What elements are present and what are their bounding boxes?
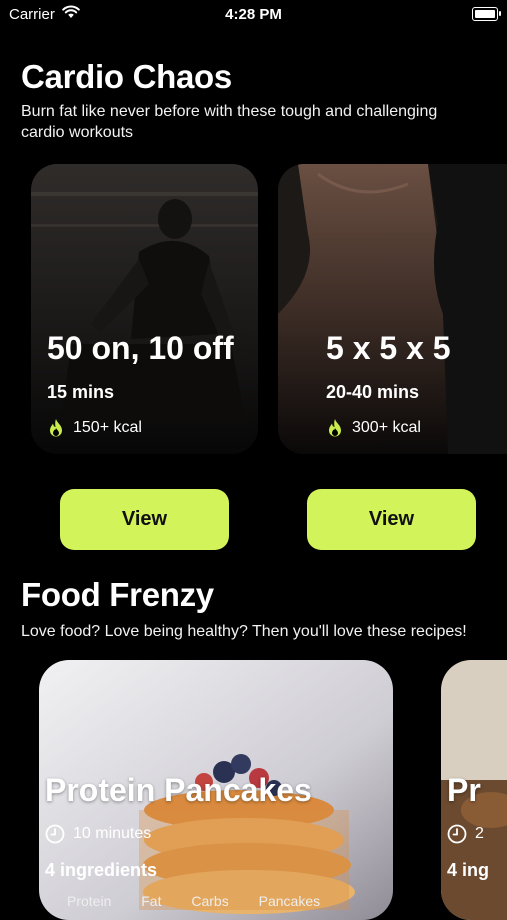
section-title-food: Food Frenzy: [21, 576, 214, 613]
section-description-food: Love food? Love being healthy? Then you'…: [21, 623, 467, 640]
macro-label: Protein: [67, 893, 112, 909]
recipe-time-label: 10 minutes: [73, 825, 152, 842]
workout-photo: [278, 164, 507, 454]
workout-title: 50 on, 10 off: [47, 330, 234, 366]
recipe-title: Pr: [447, 772, 481, 808]
workout-duration: 20-40 mins: [326, 382, 420, 402]
recipe-macros: Protein Fat Carbs Pancakes: [67, 893, 346, 909]
recipe-card[interactable]: Protein Pancakes 10 minutes 4 ingredient…: [39, 660, 393, 920]
clock: 4:28 PM: [225, 6, 282, 23]
clock-icon: [447, 824, 467, 844]
battery-icon: [472, 7, 501, 21]
macro-label: Carbs: [191, 893, 229, 909]
kcal-label: 150+ kcal: [73, 419, 142, 436]
workout-title: 5 x 5 x 5: [326, 330, 451, 366]
recipe-time: 2: [447, 824, 484, 844]
workout-card[interactable]: 5 x 5 x 5 20-40 mins 300+ kcal: [278, 164, 507, 454]
section-title-cardio: Cardio Chaos: [21, 58, 232, 95]
macro-label: Fat: [141, 893, 162, 909]
status-bar: Carrier 4:28 PM: [0, 0, 507, 30]
kcal-label: 300+ kcal: [352, 419, 421, 436]
macro-label: Pancakes: [258, 893, 321, 909]
recipe-time-label: 2: [475, 825, 484, 842]
recipe-time: 10 minutes: [45, 824, 151, 844]
recipe-ingredients: 4 ing: [447, 860, 490, 880]
workout-kcal: 300+ kcal: [326, 418, 421, 438]
workout-photo: [31, 164, 258, 454]
recipe-title: Protein Pancakes: [45, 772, 312, 808]
view-button[interactable]: View: [60, 489, 229, 550]
workout-card[interactable]: 50 on, 10 off 15 mins 150+ kcal: [31, 164, 258, 454]
view-button[interactable]: View: [307, 489, 476, 550]
workout-duration: 15 mins: [47, 382, 115, 402]
flame-icon: [329, 419, 341, 437]
recipe-ingredients: 4 ingredients: [45, 860, 158, 880]
section-description-cardio: Burn fat like never before with these to…: [21, 103, 438, 141]
recipe-card[interactable]: Pr 2 4 ing: [441, 660, 507, 920]
clock-icon: [45, 824, 65, 844]
workout-kcal: 150+ kcal: [47, 418, 142, 438]
flame-icon: [50, 419, 62, 437]
